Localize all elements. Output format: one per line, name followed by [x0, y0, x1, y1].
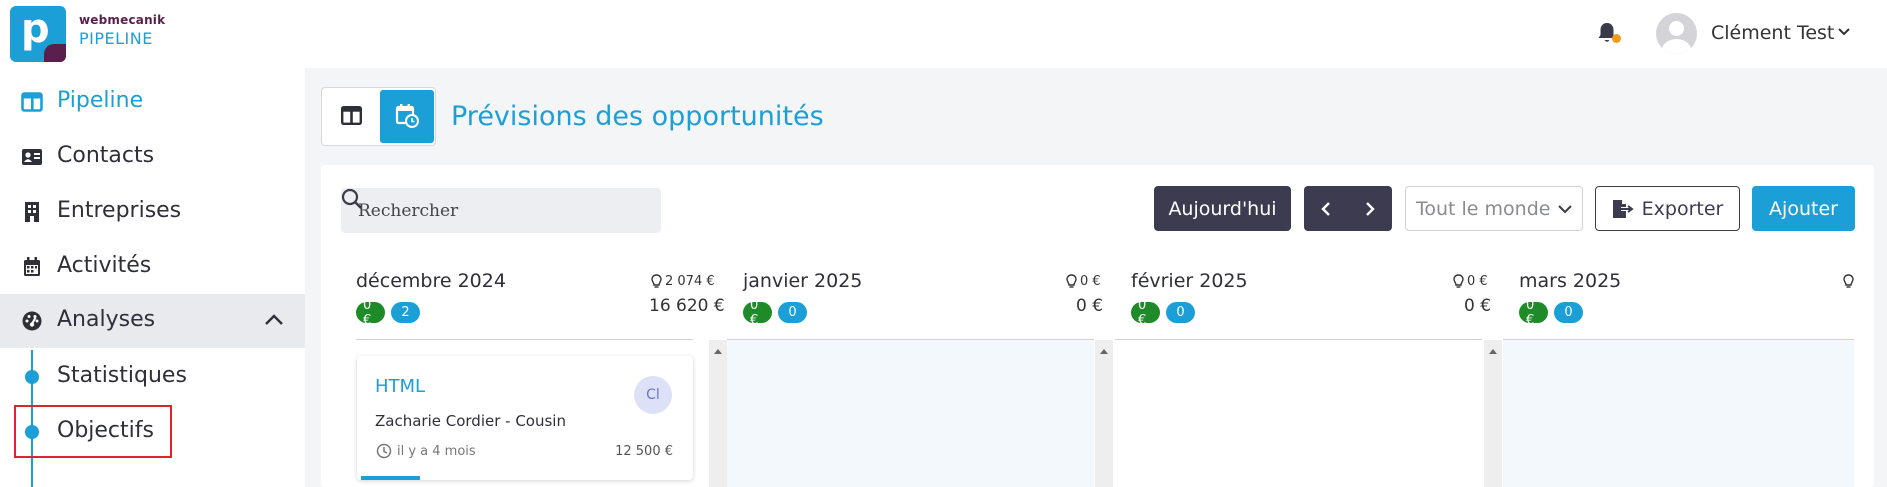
product-name: PIPELINE	[79, 29, 153, 48]
won-amount-badge: 0 €	[1131, 298, 1160, 328]
won-amount-badge: 0 €	[356, 298, 385, 328]
app-logo[interactable]: p	[10, 6, 66, 62]
sidebar-item-label: Contacts	[57, 143, 155, 168]
top-bar: p webmecanik PIPELINE Clément Test	[0, 0, 1887, 68]
count-badge: 0	[1166, 302, 1195, 323]
count-badge: 0	[1554, 302, 1583, 323]
calendar-icon	[24, 257, 40, 276]
highlight-box	[14, 405, 172, 458]
month-column-dropzone[interactable]	[1503, 340, 1854, 487]
sidebar-item-entreprises[interactable]: Entreprises	[0, 185, 305, 239]
lightbulb-icon	[1453, 274, 1464, 288]
next-button[interactable]	[1348, 186, 1392, 231]
forecast-view-button[interactable]	[380, 90, 434, 143]
month-total: 0 €	[1076, 296, 1104, 316]
brand-name: webmecanik	[79, 13, 166, 27]
opportunity-title[interactable]: HTML	[375, 376, 425, 397]
add-button[interactable]: Ajouter	[1752, 186, 1855, 231]
opportunity-contact: Zacharie Cordier - Cousin	[375, 412, 566, 430]
month-name: février 2025	[1131, 270, 1248, 292]
lightbulb-icon	[651, 274, 662, 288]
chevron-down-icon	[1558, 205, 1572, 214]
won-amount-badge: 0 €	[743, 298, 772, 328]
lightbulb-icon	[1066, 274, 1077, 288]
today-button[interactable]: Aujourd'hui	[1154, 186, 1291, 231]
sidebar-item-label: Pipeline	[57, 88, 144, 113]
column-scrollbar[interactable]	[709, 340, 727, 487]
notification-dot	[1612, 34, 1621, 43]
user-name[interactable]: Clément Test	[1711, 22, 1834, 44]
board-view-button[interactable]	[324, 90, 378, 143]
lightbulb-icon	[1843, 274, 1854, 288]
search-input[interactable]	[341, 188, 621, 233]
calendar-clock-icon	[395, 104, 419, 128]
won-amount-badge: 0 €	[1519, 298, 1548, 328]
chevron-down-icon[interactable]	[1837, 25, 1851, 39]
export-button[interactable]: Exporter	[1595, 186, 1740, 231]
search-box	[341, 188, 661, 233]
clock-icon	[376, 443, 392, 459]
search-icon[interactable]	[341, 188, 363, 210]
sidebar-item-label: Statistiques	[57, 363, 187, 388]
view-toggle	[321, 87, 436, 146]
export-label: Exporter	[1641, 197, 1724, 220]
count-badge: 2	[391, 302, 420, 323]
opportunity-card[interactable]: HTML Cl Zacharie Cordier - Cousin il y a…	[357, 356, 693, 480]
month-name: décembre 2024	[356, 270, 506, 292]
opportunity-amount: 12 500 €	[615, 444, 673, 459]
sidebar-item-analyses[interactable]: Analyses	[0, 294, 305, 348]
month-name: janvier 2025	[743, 270, 863, 292]
chevron-left-icon	[1321, 201, 1330, 216]
month-potential: 2 074 €	[665, 274, 715, 289]
chevron-up-icon[interactable]	[264, 313, 284, 327]
owner-filter-select[interactable]: Tout le monde	[1405, 186, 1583, 231]
sidebar-item-label: Analyses	[57, 307, 156, 332]
owner-filter-value: Tout le monde	[1416, 198, 1551, 220]
sidebar-item-contacts[interactable]: Contacts	[0, 130, 305, 184]
sidebar-item-pipeline[interactable]: Pipeline	[0, 75, 305, 129]
month-name: mars 2025	[1519, 270, 1622, 292]
bullet-icon	[25, 370, 39, 384]
opportunity-progress	[361, 476, 689, 480]
column-scrollbar[interactable]	[1095, 340, 1113, 487]
avatar[interactable]	[1656, 13, 1697, 54]
page-title: Prévisions des opportunités	[451, 101, 824, 132]
previous-button[interactable]	[1304, 186, 1348, 231]
contact-card-icon	[22, 149, 42, 165]
month-column-dropzone[interactable]	[727, 340, 1094, 487]
owner-initials: Cl	[634, 376, 672, 414]
month-total: 0 €	[1464, 296, 1492, 316]
layout-icon	[21, 92, 43, 112]
month-potential: 0 €	[1467, 274, 1488, 289]
opportunity-age: il y a 4 mois	[397, 444, 476, 459]
columns-icon	[341, 106, 362, 125]
sidebar-item-activites[interactable]: Activités	[0, 240, 305, 294]
column-scrollbar[interactable]	[1484, 340, 1502, 487]
file-export-icon	[1613, 200, 1634, 218]
gauge-icon	[22, 311, 42, 331]
month-total: 16 620 €	[649, 296, 725, 316]
sidebar-item-label: Activités	[57, 253, 152, 278]
chevron-right-icon	[1366, 201, 1375, 216]
month-column-dropzone[interactable]	[1115, 340, 1482, 487]
building-icon	[25, 202, 39, 222]
month-potential: 0 €	[1080, 274, 1101, 289]
column-divider	[356, 339, 693, 340]
sidebar-subitem-statistiques[interactable]: Statistiques	[0, 350, 305, 404]
count-badge: 0	[778, 302, 807, 323]
sidebar-item-label: Entreprises	[57, 198, 182, 223]
